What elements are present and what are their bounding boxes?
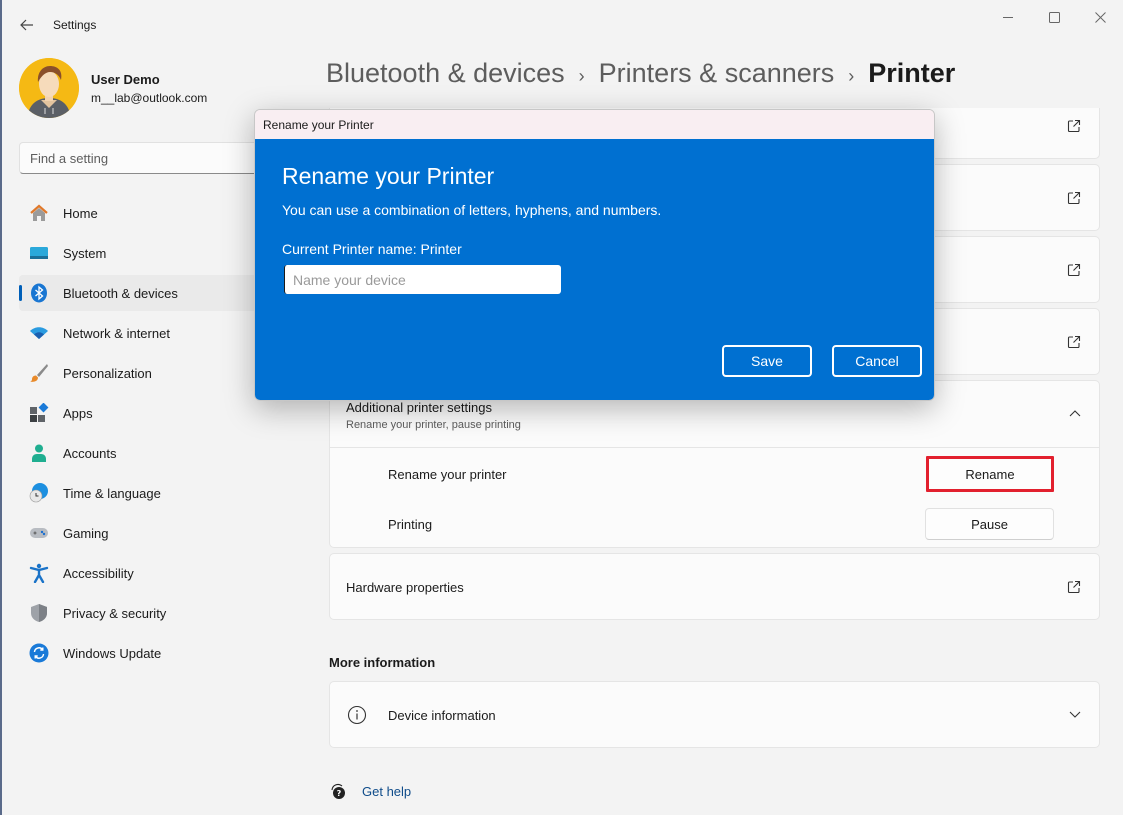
accounts-icon: [29, 443, 49, 463]
sidebar-item-label: Time & language: [63, 485, 161, 501]
sidebar-item-bluetooth-devices[interactable]: Bluetooth & devices: [19, 275, 289, 311]
open-external-icon: [1067, 119, 1081, 133]
window-controls: [985, 0, 1123, 34]
breadcrumb-separator: ›: [848, 66, 855, 86]
maximize-button[interactable]: [1031, 0, 1077, 34]
breadcrumb-item-printers-scanners[interactable]: Printers & scanners: [599, 58, 835, 89]
open-external-icon: [1067, 263, 1081, 277]
sidebar-item-personalization[interactable]: Personalization: [19, 355, 289, 391]
sidebar-item-network-internet[interactable]: Network & internet: [19, 315, 289, 351]
sidebar-item-time-language[interactable]: Time & language: [19, 475, 289, 511]
user-profile[interactable]: User Demo m__lab@outlook.com: [19, 58, 207, 118]
back-arrow-icon: [20, 19, 33, 31]
time-language-icon: [29, 483, 49, 503]
sidebar-item-label: Gaming: [63, 525, 109, 541]
sidebar-item-label: Privacy & security: [63, 605, 167, 621]
expander-title: Additional printer settings: [346, 400, 492, 415]
search-placeholder: Find a setting: [30, 150, 109, 166]
shield-icon: [29, 603, 49, 623]
breadcrumb-item-current: Printer: [868, 58, 956, 88]
accessibility-icon: [29, 563, 49, 583]
rename-button[interactable]: Rename: [926, 456, 1054, 492]
divider: [330, 447, 1099, 448]
cancel-button[interactable]: Cancel: [832, 345, 922, 377]
sidebar-item-privacy-security[interactable]: Privacy & security: [19, 595, 289, 631]
gaming-icon: [29, 523, 49, 543]
save-button[interactable]: Save: [722, 345, 812, 377]
breadcrumb: Bluetooth & devices › Printers & scanner…: [326, 58, 955, 89]
minimize-icon: [1002, 16, 1013, 18]
chevron-up-icon[interactable]: [1069, 409, 1081, 417]
sidebar-item-gaming[interactable]: Gaming: [19, 515, 289, 551]
close-button[interactable]: [1077, 0, 1123, 34]
minimize-button[interactable]: [985, 0, 1031, 34]
sidebar-item-label: System: [63, 245, 107, 261]
expander-header[interactable]: Additional printer settings Rename your …: [346, 400, 521, 431]
hardware-properties-label: Hardware properties: [346, 580, 464, 595]
dialog-heading: Rename your Printer: [282, 163, 495, 189]
open-external-icon: [1067, 191, 1081, 205]
sidebar-item-label: Windows Update: [63, 645, 162, 661]
settings-window: Settings User Demo m__lab@outlook.com Fi…: [0, 0, 1123, 815]
printing-label: Printing: [388, 517, 433, 532]
breadcrumb-separator: ›: [578, 66, 585, 86]
svg-text:?: ?: [337, 789, 342, 798]
back-button[interactable]: [16, 14, 38, 36]
expander-subtitle: Rename your printer, pause printing: [346, 419, 521, 431]
open-external-icon: [1067, 580, 1081, 594]
current-printer-name-label: Current Printer name: Printer: [282, 241, 462, 257]
user-avatar-icon: [19, 58, 79, 118]
hardware-properties-card[interactable]: Hardware properties: [329, 553, 1100, 620]
app-title: Settings: [53, 18, 97, 32]
sidebar-item-label: Personalization: [63, 365, 152, 381]
dialog-body: Rename your Printer You can use a combin…: [255, 139, 934, 400]
additional-printer-settings-expander: Additional printer settings Rename your …: [329, 380, 1100, 548]
device-information-label: Device information: [388, 708, 496, 723]
printer-name-input[interactable]: [284, 265, 561, 294]
rename-printer-dialog: Rename your Printer Rename your Printer …: [254, 109, 935, 401]
update-icon: [29, 643, 49, 663]
sidebar-item-label: Network & internet: [63, 325, 170, 341]
sidebar-item-accessibility[interactable]: Accessibility: [19, 555, 289, 591]
more-information-heading: More information: [329, 655, 436, 670]
dialog-title-bar: Rename your Printer: [255, 110, 934, 139]
breadcrumb-item-bluetooth-devices[interactable]: Bluetooth & devices: [326, 58, 565, 89]
chevron-down-icon: [1069, 711, 1081, 718]
sidebar-item-accounts[interactable]: Accounts: [19, 435, 289, 471]
get-help-link[interactable]: ? Get help: [329, 782, 411, 800]
user-name: User Demo: [91, 71, 160, 87]
pause-button[interactable]: Pause: [925, 508, 1054, 540]
title-bar: Settings: [2, 0, 1123, 50]
sidebar-item-label: Home: [63, 205, 98, 221]
rename-printer-label: Rename your printer: [388, 467, 507, 482]
get-help-icon: ?: [331, 783, 345, 799]
sidebar-item-label: Bluetooth & devices: [63, 285, 178, 301]
sidebar-item-label: Apps: [63, 405, 93, 421]
sidebar-item-label: Accessibility: [63, 565, 134, 581]
open-external-icon: [1067, 335, 1081, 349]
dialog-description: You can use a combination of letters, hy…: [282, 202, 662, 218]
wifi-icon: [29, 323, 49, 343]
info-icon: [347, 705, 367, 725]
apps-icon: [29, 403, 49, 423]
avatar: [19, 58, 79, 118]
close-icon: [1094, 11, 1106, 23]
find-setting-search-input[interactable]: Find a setting: [19, 142, 289, 174]
sidebar-item-apps[interactable]: Apps: [19, 395, 289, 431]
sidebar-item-home[interactable]: Home: [19, 195, 289, 231]
brush-icon: [29, 363, 49, 383]
user-email: m__lab@outlook.com: [91, 90, 208, 105]
system-icon: [29, 243, 49, 263]
sidebar-item-windows-update[interactable]: Windows Update: [19, 635, 289, 671]
maximize-icon: [1048, 11, 1060, 23]
bluetooth-icon: [29, 283, 49, 303]
home-icon: [29, 203, 49, 223]
device-information-expander[interactable]: Device information: [329, 681, 1100, 748]
sidebar-item-label: Accounts: [63, 445, 117, 461]
sidebar-item-system[interactable]: System: [19, 235, 289, 271]
get-help-label: Get help: [362, 783, 412, 799]
sidebar-nav: Home System Bluetooth & devices Network …: [19, 195, 289, 675]
